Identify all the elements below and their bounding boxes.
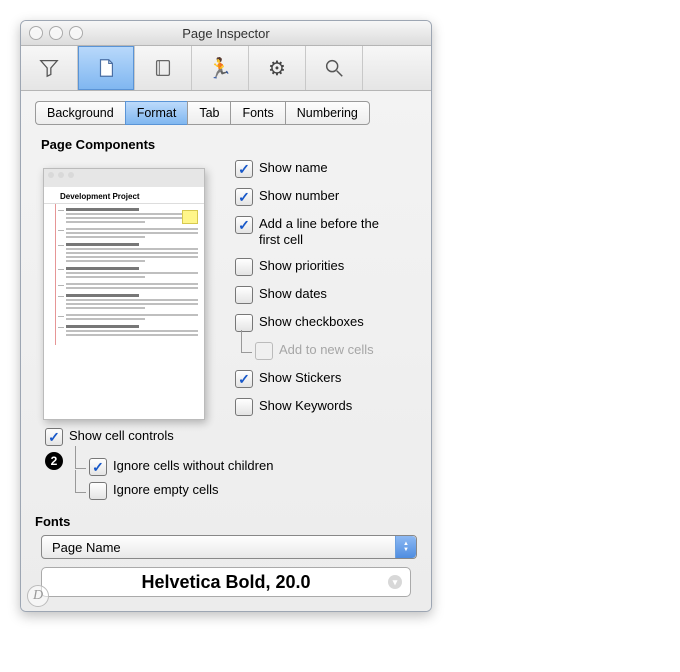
- font-clear-icon[interactable]: ▾: [388, 575, 402, 589]
- page-preview: Development Project — — — — — — — —: [43, 168, 205, 420]
- checkbox-icon[interactable]: [235, 216, 253, 234]
- font-target-popup[interactable]: Page Name: [41, 535, 417, 559]
- tab-numbering[interactable]: Numbering: [285, 101, 370, 125]
- tab-fonts[interactable]: Fonts: [230, 101, 284, 125]
- tab-tab[interactable]: Tab: [187, 101, 230, 125]
- tab-background[interactable]: Background: [35, 101, 125, 125]
- chevrons-icon: [395, 536, 416, 558]
- checkbox-icon: [255, 342, 273, 360]
- toolbar-page[interactable]: [78, 46, 135, 90]
- toolbar-runner[interactable]: 🏃: [192, 46, 249, 90]
- font-sample[interactable]: Helvetica Bold, 20.0 ▾: [41, 567, 411, 597]
- check-show-checkboxes[interactable]: Show checkboxes: [235, 314, 399, 332]
- check-show-name[interactable]: Show name: [235, 160, 399, 178]
- tabs: Background Format Tab Fonts Numbering: [35, 101, 417, 125]
- checkbox-icon[interactable]: [235, 258, 253, 276]
- toolbar-gear[interactable]: ⚙: [249, 46, 306, 90]
- checkbox-icon[interactable]: [235, 160, 253, 178]
- check-show-cell-controls[interactable]: Show cell controls: [45, 428, 417, 446]
- check-show-stickers[interactable]: Show Stickers: [235, 370, 399, 388]
- page-icon: [95, 57, 117, 79]
- checkbox-icon[interactable]: [89, 482, 107, 500]
- check-ignore-empty[interactable]: Ignore empty cells: [89, 482, 273, 500]
- check-show-priorities[interactable]: Show priorities: [235, 258, 399, 276]
- cell-controls-block: Show cell controls 2 Ignore cells withou…: [45, 428, 417, 500]
- check-ignore-no-children[interactable]: Ignore cells without children: [89, 458, 273, 476]
- checkbox-icon[interactable]: [89, 458, 107, 476]
- funnel-icon: [38, 57, 60, 79]
- preview-title: Development Project: [44, 187, 204, 204]
- traffic-lights: [29, 26, 83, 40]
- gear-icon: ⚙: [268, 56, 286, 81]
- zoom-icon[interactable]: [69, 26, 83, 40]
- minimize-icon[interactable]: [49, 26, 63, 40]
- corner-d-icon: D: [27, 585, 49, 607]
- checkbox-icon[interactable]: [235, 188, 253, 206]
- checkbox-icon[interactable]: [235, 398, 253, 416]
- check-add-line[interactable]: Add a line before the first cell: [235, 216, 399, 248]
- tab-format[interactable]: Format: [125, 101, 188, 125]
- check-show-dates[interactable]: Show dates: [235, 286, 399, 304]
- fonts-section: Fonts Page Name Helvetica Bold, 20.0 ▾: [35, 514, 417, 597]
- checkbox-icon[interactable]: [235, 370, 253, 388]
- page-components-heading: Page Components: [41, 137, 417, 152]
- font-sample-text: Helvetica Bold, 20.0: [141, 572, 310, 593]
- check-show-keywords[interactable]: Show Keywords: [235, 398, 399, 416]
- toolbar-funnel[interactable]: [21, 46, 78, 90]
- toolbar-search[interactable]: [306, 46, 363, 90]
- checkbox-icon[interactable]: [45, 428, 63, 446]
- search-icon: [323, 57, 345, 79]
- fonts-heading: Fonts: [35, 514, 417, 529]
- inspector-window: Page Inspector 🏃 ⚙ Background Format Tab…: [20, 20, 432, 612]
- runner-icon: 🏃: [208, 56, 233, 81]
- check-show-number[interactable]: Show number: [235, 188, 399, 206]
- content: Background Format Tab Fonts Numbering Pa…: [21, 91, 431, 611]
- sticker-icon: [182, 210, 198, 224]
- checkbox-icon[interactable]: [235, 286, 253, 304]
- titlebar: Page Inspector: [21, 21, 431, 46]
- checkbox-column: Show name Show number Add a line before …: [235, 160, 399, 416]
- toolbar-book[interactable]: [135, 46, 192, 90]
- step-badge-2: 2: [45, 452, 63, 470]
- toolbar: 🏃 ⚙: [21, 46, 431, 91]
- page-components: Development Project — — — — — — — —: [35, 158, 417, 420]
- check-add-to-new-cells: Add to new cells: [255, 342, 399, 360]
- popup-value: Page Name: [52, 540, 121, 555]
- close-icon[interactable]: [29, 26, 43, 40]
- book-icon: [152, 57, 174, 79]
